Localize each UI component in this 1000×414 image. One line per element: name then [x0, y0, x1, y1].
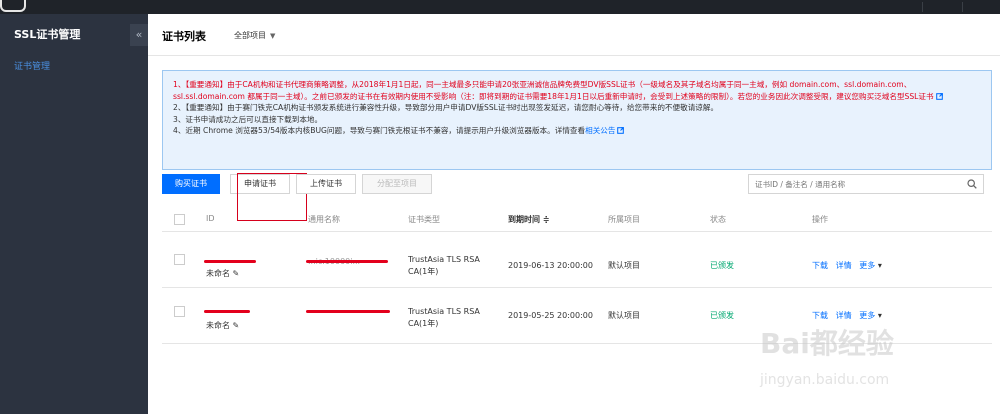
column-expire-time[interactable]: 到期时间 ≑ — [508, 214, 550, 225]
sidebar: SSL证书管理 « 证书管理 — [0, 14, 148, 414]
sidebar-item-cert-management[interactable]: 证书管理 — [14, 59, 50, 72]
cert-alias[interactable]: 未命名 ✎ — [206, 320, 239, 332]
cert-type-line-1: TrustAsia TLS RSA — [408, 255, 480, 264]
sort-icon[interactable]: ≑ — [543, 215, 550, 224]
edit-pencil-icon[interactable]: ✎ — [233, 269, 240, 278]
chevron-down-icon: ▼ — [270, 32, 276, 40]
buy-certificate-button[interactable]: 购买证书 — [162, 174, 220, 194]
redacted-id — [204, 310, 250, 313]
cloud-logo-icon[interactable] — [0, 0, 26, 12]
project-name: 默认项目 — [608, 261, 640, 270]
search-input[interactable] — [749, 175, 949, 193]
collapse-sidebar-icon[interactable]: « — [130, 24, 148, 46]
top-bar — [0, 0, 1000, 14]
column-common-name: 通用名称 — [308, 215, 340, 224]
detail-link[interactable]: 详情 — [836, 261, 852, 270]
external-link-icon[interactable] — [935, 92, 943, 100]
notice-line-4: 4、近期 Chrome 浏览器53/54版本内核BUG问题，导致与赛门铁克根证书… — [173, 125, 981, 137]
download-link[interactable]: 下载 — [812, 261, 828, 270]
notice-line-3: 3、证书申请成功之后可以直接下载到本地。 — [173, 114, 323, 124]
assign-to-project-button[interactable]: 分配至项目 — [362, 174, 432, 194]
redacted-common-name — [306, 310, 390, 313]
notice-line-1: 1、【重要通知】由于CA机构和证书代理商策略调整，从2018年1月1日起，同一主… — [173, 79, 981, 102]
top-bar-divider — [962, 2, 963, 12]
column-actions: 操作 — [812, 215, 828, 224]
baidu-watermark-url: jingyan.baidu.com — [760, 372, 890, 388]
page-title: 证书列表 — [162, 30, 206, 43]
redacted-id — [204, 260, 256, 263]
row-checkbox[interactable] — [174, 306, 185, 317]
cert-type: TrustAsia TLS RSA CA(1年) — [408, 306, 480, 330]
baidu-watermark: Bai都经验 — [760, 327, 894, 360]
related-announcement-link[interactable]: 相关公告 — [585, 126, 615, 135]
status-badge: 已颁发 — [710, 311, 734, 320]
row-actions: 下载 详情 更多 ▾ — [812, 260, 882, 272]
column-project: 所属项目 — [608, 215, 640, 224]
more-menu[interactable]: 更多 — [859, 261, 875, 270]
table-row: 未命名 ✎ ...ic.10000i... TrustAsia TLS RSAC… — [162, 234, 992, 288]
notice-line-2: 2、【重要通知】由于赛门铁克CA机构证书颁发系统进行兼容性升级，导致部分用户申请… — [173, 103, 719, 112]
status-badge: 已颁发 — [710, 261, 734, 270]
expire-time: 2019-06-13 20:00:00 — [508, 261, 593, 270]
cert-alias[interactable]: 未命名 ✎ — [206, 268, 239, 280]
cert-type-line-2: CA(1年) — [408, 319, 439, 328]
cert-type-line-2: CA(1年) — [408, 267, 439, 276]
column-expire-label: 到期时间 — [508, 215, 540, 224]
project-name: 默认项目 — [608, 311, 640, 320]
project-filter-label: 全部项目 — [234, 31, 266, 40]
edit-pencil-icon[interactable]: ✎ — [233, 321, 240, 330]
external-link-icon[interactable] — [617, 127, 625, 134]
column-cert-type: 证书类型 — [408, 215, 440, 224]
cert-type-line-1: TrustAsia TLS RSA — [408, 307, 480, 316]
search-icon[interactable] — [967, 179, 977, 189]
detail-link[interactable]: 详情 — [836, 311, 852, 320]
row-checkbox[interactable] — [174, 254, 185, 265]
notice-banner: 1、【重要通知】由于CA机构和证书代理商策略调整，从2018年1月1日起，同一主… — [162, 70, 992, 170]
table-header: ID 通用名称 证书类型 到期时间 ≑ 所属项目 状态 操作 — [162, 208, 992, 232]
toolbar: 购买证书 申请证书 上传证书 分配至项目 — [162, 173, 992, 221]
sidebar-title: SSL证书管理 — [14, 28, 81, 41]
column-status: 状态 — [710, 215, 726, 224]
search-box — [748, 174, 984, 194]
cert-alias-text: 未命名 — [206, 269, 230, 278]
upload-certificate-button[interactable]: 上传证书 — [296, 174, 356, 194]
notice-line-4-text: 4、近期 Chrome 浏览器53/54版本内核BUG问题，导致与赛门铁克根证书… — [173, 126, 586, 135]
page-header: 证书列表 全部项目 ▼ — [148, 14, 1000, 56]
notice-line-1-text: 1、【重要通知】由于CA机构和证书代理商策略调整，从2018年1月1日起，同一主… — [173, 80, 934, 101]
cert-type: TrustAsia TLS RSA CA(1年) — [408, 254, 480, 278]
chevron-down-icon[interactable]: ▾ — [878, 311, 882, 320]
column-id: ID — [206, 214, 215, 223]
select-all-checkbox[interactable] — [174, 214, 185, 225]
chevron-down-icon[interactable]: ▾ — [878, 261, 882, 270]
download-link[interactable]: 下载 — [812, 311, 828, 320]
redacted-common-name — [306, 260, 388, 263]
project-filter-dropdown[interactable]: 全部项目 ▼ — [234, 30, 275, 41]
top-bar-divider — [922, 2, 923, 12]
more-menu[interactable]: 更多 — [859, 311, 875, 320]
row-actions: 下载 详情 更多 ▾ — [812, 310, 882, 322]
cert-alias-text: 未命名 — [206, 321, 230, 330]
expire-time: 2019-05-25 20:00:00 — [508, 311, 593, 320]
